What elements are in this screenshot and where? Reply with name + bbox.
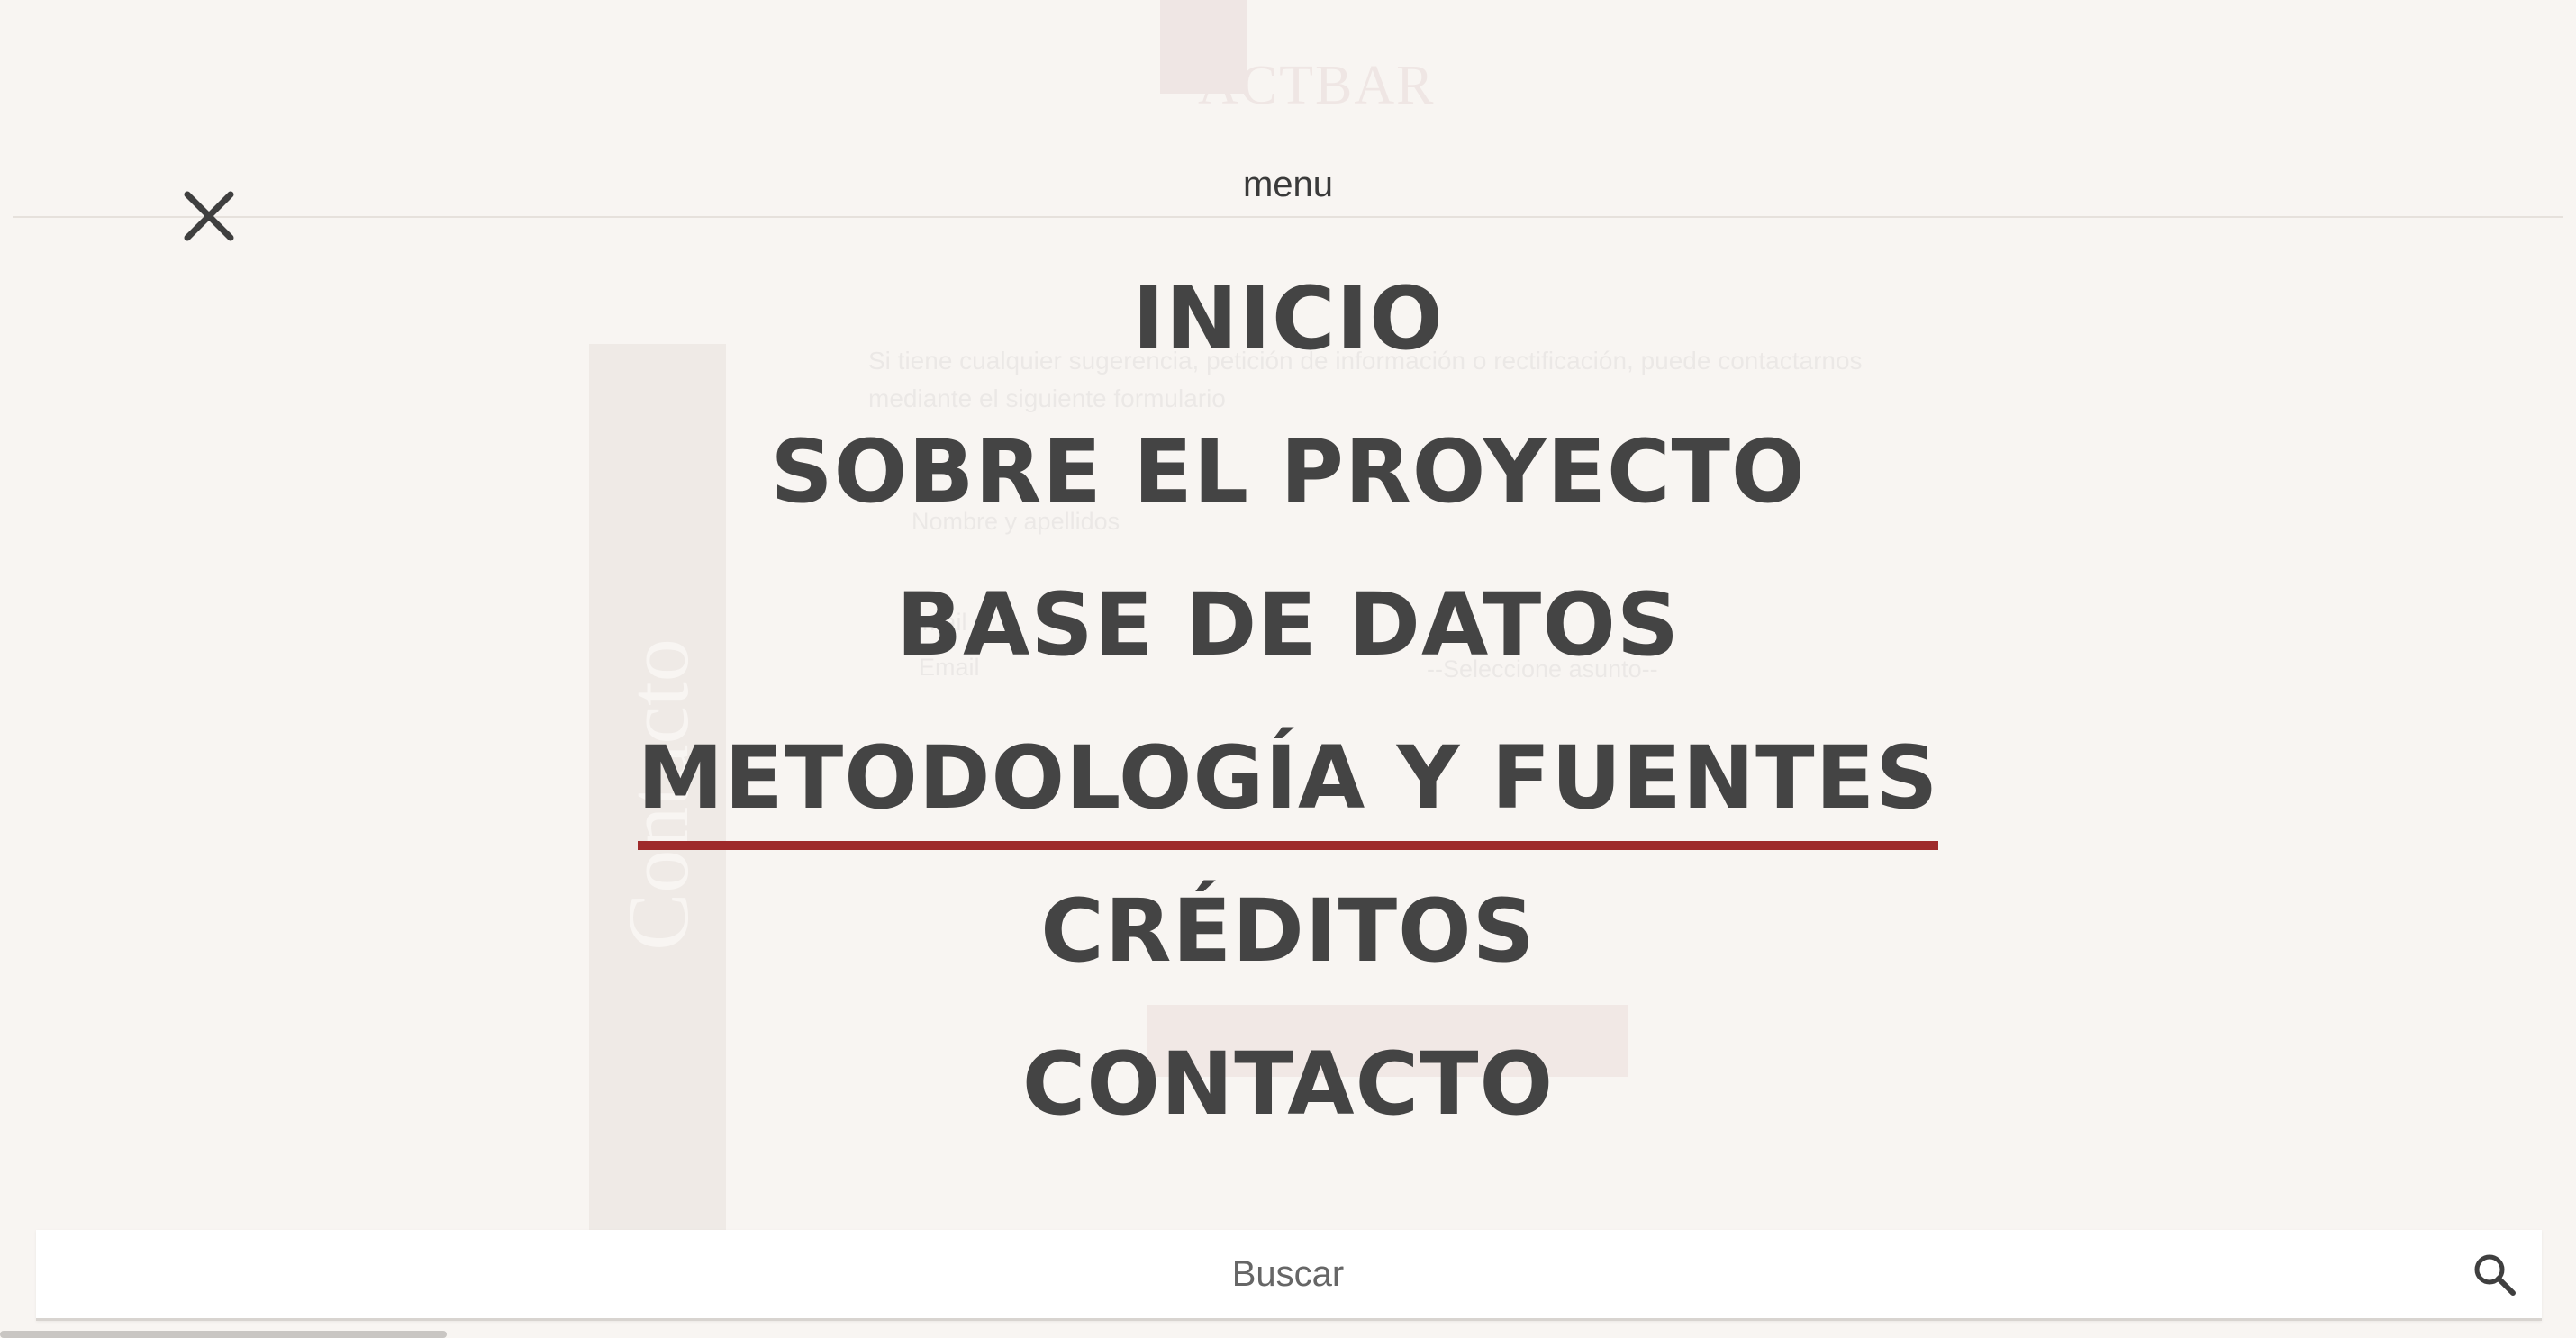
search-button[interactable] xyxy=(2470,1250,2520,1300)
nav-item-label: SOBRE EL PROYECTO xyxy=(770,421,1806,522)
nav-item-inicio[interactable]: INICIO xyxy=(1132,256,1444,409)
site-logo-text: ACTBAR xyxy=(1198,55,1436,116)
nav-item-base-de-datos[interactable]: BASE DE DATOS xyxy=(896,562,1680,715)
nav-item-label: BASE DE DATOS xyxy=(895,574,1681,675)
nav-item-sobre-el-proyecto[interactable]: SOBRE EL PROYECTO xyxy=(770,409,1805,562)
nav-item-metodologia-y-fuentes[interactable]: METODOLOGÍA Y FUENTES xyxy=(637,715,1939,1309)
page: ACTBAR Contacto Si tiene cualquier suger… xyxy=(0,0,2576,1338)
horizontal-scrollbar-thumb[interactable] xyxy=(0,1331,447,1338)
header-divider xyxy=(13,216,2563,218)
main-navigation: INICIO SOBRE EL PROYECTO BASE DE DATOS M… xyxy=(0,256,2576,1309)
nav-item-label: CRÉDITOS xyxy=(1040,881,1536,981)
menu-title: menu xyxy=(1242,165,1334,204)
search-icon xyxy=(2474,1254,2516,1296)
search-input[interactable] xyxy=(36,1230,2432,1318)
nav-item-creditos[interactable]: CRÉDITOS xyxy=(1040,868,1536,1021)
nav-item-label: CONTACTO xyxy=(1021,1034,1555,1135)
search-bar xyxy=(36,1230,2542,1321)
nav-item-label: INICIO xyxy=(1132,268,1444,369)
nav-item-contacto[interactable]: CONTACTO xyxy=(1022,1021,1554,1174)
nav-item-label-active: METODOLOGÍA Y FUENTES xyxy=(637,715,1939,850)
